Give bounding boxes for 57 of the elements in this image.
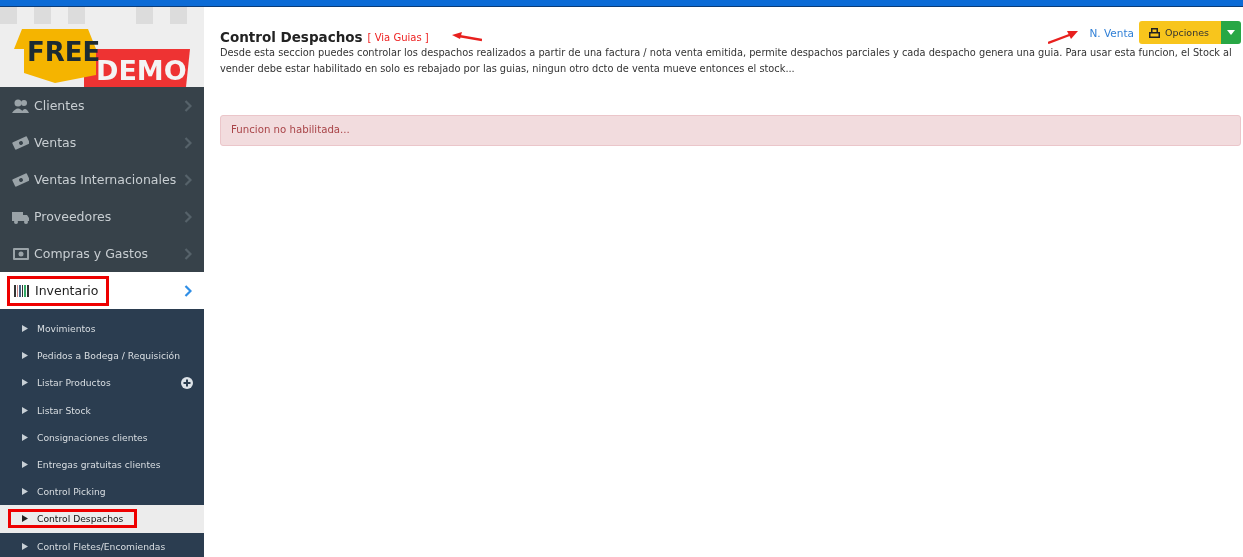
submenu-item[interactable]: Movimientos — [0, 315, 204, 343]
menu-label: Entregas gratuitas clientes — [37, 459, 161, 471]
submenu-item[interactable]: Entregas gratuitas clientes — [0, 450, 204, 479]
menu-label: Listar Productos — [37, 377, 111, 389]
menu-label: Compras y Gastos — [34, 246, 149, 261]
link[interactable]: N. Venta — [1089, 26, 1134, 39]
sidebar-item[interactable]: Ventas Internacionales — [0, 161, 204, 198]
submenu-item[interactable]: Control Despachos — [0, 505, 204, 533]
triangle-icon — [22, 406, 28, 414]
description-text: Desde esta seccion puedes controlar los despachos realizados a partir de una factura / nota venta emitida, permite despachos parciales y cada despacho genera una guia. Para usar esta funcion, el Stock al vender debe estar habilitado en solo es rebajado por las guias, ningun otro dcto de venta mueve entonces el stock... — [220, 46, 1233, 76]
sidebar-item[interactable]: Ventas — [0, 124, 204, 161]
submenu-item[interactable]: Consignaciones clientes — [0, 423, 204, 451]
chevron-icon — [184, 284, 192, 297]
menu-label: Consignaciones clientes — [37, 431, 148, 443]
chevron-icon — [184, 247, 192, 260]
menu-label: Control Picking — [37, 486, 106, 498]
triangle-icon — [22, 461, 28, 469]
menu-label: Control Fletes/Encomiendas — [37, 540, 166, 552]
triangle-icon — [22, 352, 28, 360]
menu-label: Control Despachos — [37, 513, 124, 525]
page-subtitle: [ Via Guias ] — [367, 31, 429, 43]
dropdown-button[interactable] — [1221, 21, 1241, 44]
triangle-icon — [22, 325, 28, 333]
menu-label: Ventas Internacionales — [34, 172, 177, 187]
triangle-icon — [22, 379, 28, 387]
chevron-icon — [184, 99, 192, 112]
chevron-icon — [184, 210, 192, 223]
sidebar-item[interactable]: Clientes — [0, 87, 204, 124]
page-title: Control Despachos — [220, 29, 363, 45]
menu-label: Listar Stock — [37, 404, 91, 416]
submenu-item[interactable]: Control Picking — [0, 478, 204, 506]
menu-label: Clientes — [34, 98, 85, 113]
barcode-icon — [13, 282, 30, 299]
sidebar-item[interactable]: Compras y Gastos — [0, 235, 204, 272]
chevron-icon — [184, 173, 192, 186]
options-button[interactable]: Opciones — [1139, 21, 1221, 44]
triangle-icon — [22, 542, 28, 550]
submenu-item[interactable]: Control Fletes/Encomiendas — [0, 532, 204, 557]
submenu-item[interactable]: Listar Stock — [0, 396, 204, 424]
tray-icon — [1149, 27, 1160, 38]
menu-label: Pedidos a Bodega / Requisición — [37, 350, 180, 362]
cash-icon — [12, 245, 29, 262]
menu-label: Ventas — [34, 135, 77, 150]
menu-label: Proveedores — [34, 209, 112, 224]
chevron-icon — [184, 136, 192, 149]
triangle-icon — [22, 433, 28, 441]
triangle-icon — [22, 488, 28, 496]
users-icon — [12, 97, 29, 114]
submenu-item[interactable]: Listar Productos — [0, 369, 204, 397]
submenu-item[interactable]: Pedidos a Bodega / Requisición — [0, 342, 204, 370]
sidebar-item[interactable]: Proveedores — [0, 198, 204, 235]
menu-label: Inventario — [35, 283, 99, 298]
sidebar-item[interactable]: Inventario — [0, 272, 204, 309]
triangle-icon — [22, 515, 28, 523]
caret-icon — [1227, 30, 1235, 35]
menu-label: Movimientos — [37, 323, 96, 335]
alert-message: Funcion no habilitada... — [220, 115, 1241, 146]
